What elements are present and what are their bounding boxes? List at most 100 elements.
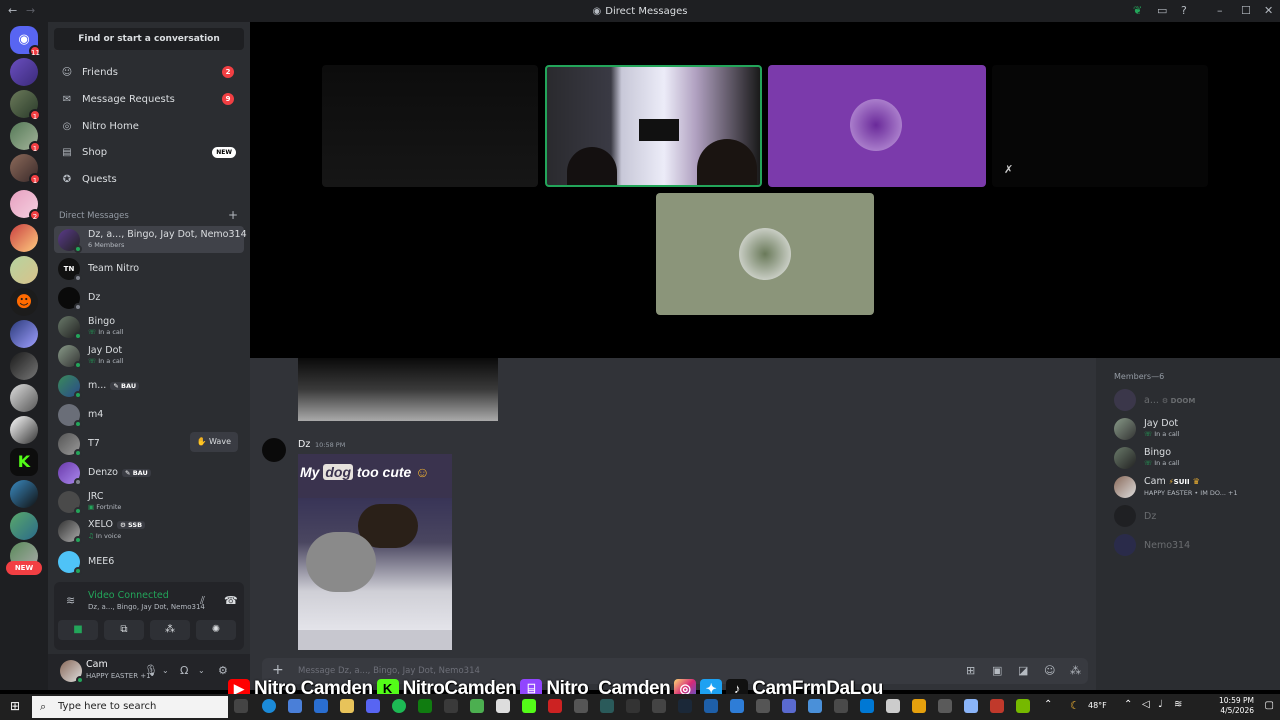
minecraft-icon[interactable] bbox=[470, 699, 484, 713]
dm-item-dz[interactable]: Dz bbox=[54, 284, 244, 311]
gif-icon[interactable]: ▣ bbox=[992, 664, 1002, 677]
dm-item-group[interactable]: Dz, a..., Bingo, Jay Dot, Nemo314 6 Membe… bbox=[54, 226, 247, 253]
wave-button[interactable]: ✋ Wave bbox=[189, 432, 238, 452]
server-icon[interactable]: 1 bbox=[10, 154, 41, 185]
camera-button[interactable]: ■ bbox=[58, 620, 98, 640]
member-item[interactable]: Dz bbox=[1114, 503, 1274, 529]
server-icon[interactable]: 1 bbox=[10, 90, 41, 121]
dm-item-m4[interactable]: m4 bbox=[54, 401, 244, 428]
clock[interactable]: 10:59 PM 4/5/2026 bbox=[1219, 696, 1254, 716]
chevron-up-icon[interactable]: ⌃ bbox=[1124, 699, 1132, 710]
chevron-down-icon[interactable]: ⌄ bbox=[198, 666, 205, 675]
discord-task-icon[interactable] bbox=[366, 699, 380, 713]
nvidia-icon[interactable] bbox=[1016, 699, 1030, 713]
dm-item-denzo[interactable]: Denzo ✎ BAU bbox=[54, 459, 244, 486]
app-icon[interactable] bbox=[522, 699, 536, 713]
app-icon[interactable] bbox=[574, 699, 588, 713]
server-icon[interactable] bbox=[10, 320, 38, 348]
leaf-icon[interactable]: ❦ bbox=[1133, 4, 1142, 17]
nav-nitro-home[interactable]: ◎ Nitro Home bbox=[54, 114, 244, 138]
server-icon[interactable] bbox=[10, 58, 38, 86]
dm-item-bingo[interactable]: Bingo ☏ In a call bbox=[54, 313, 244, 340]
mic-icon[interactable]: ♩ bbox=[1158, 699, 1163, 710]
weather-temp[interactable]: 48°F bbox=[1088, 701, 1107, 710]
maximize-icon[interactable]: ☐ bbox=[1241, 4, 1251, 17]
server-icon[interactable]: ☻ bbox=[10, 288, 38, 316]
image-attachment[interactable] bbox=[298, 358, 498, 421]
dm-item-mee6[interactable]: MEE6 bbox=[54, 548, 244, 575]
avatar[interactable] bbox=[60, 660, 84, 684]
video-tile-avatar[interactable] bbox=[656, 193, 874, 315]
member-item[interactable]: Cam ⚡SUII ♛ HAPPY EASTER • IM DO... +1 bbox=[1114, 474, 1274, 500]
outlook-icon[interactable] bbox=[314, 699, 328, 713]
server-icon[interactable]: 1 bbox=[10, 122, 41, 153]
steam-icon[interactable] bbox=[678, 699, 692, 713]
app-icon[interactable] bbox=[704, 699, 718, 713]
app-icon[interactable] bbox=[548, 699, 562, 713]
dm-item-m[interactable]: m... ✎ BAU bbox=[54, 372, 244, 399]
app-icon[interactable] bbox=[626, 699, 640, 713]
disconnect-icon[interactable]: ☎ bbox=[224, 594, 238, 607]
server-icon[interactable]: 2 bbox=[10, 190, 41, 221]
app-icon[interactable] bbox=[652, 699, 666, 713]
dm-item-xelo[interactable]: XELO ⚙ SSB ♫ In voice bbox=[54, 517, 244, 544]
app-icon[interactable] bbox=[444, 699, 458, 713]
windows-start-icon[interactable]: ⊞ bbox=[10, 699, 20, 713]
soundboard-button[interactable]: ✺ bbox=[196, 620, 236, 640]
chevron-down-icon[interactable]: ⌄ bbox=[162, 666, 169, 675]
app-icon[interactable] bbox=[288, 699, 302, 713]
app-icon[interactable] bbox=[860, 699, 874, 713]
app-icon[interactable] bbox=[808, 699, 822, 713]
tray-overflow-icon[interactable]: ⌃ bbox=[1044, 699, 1052, 710]
server-icon[interactable] bbox=[10, 224, 38, 252]
speaker-icon[interactable]: ◁ bbox=[1142, 699, 1150, 710]
app-icon[interactable] bbox=[756, 699, 770, 713]
minimize-icon[interactable]: – bbox=[1217, 4, 1223, 17]
create-dm-plus-icon[interactable]: + bbox=[228, 208, 238, 222]
app-icon[interactable] bbox=[990, 699, 1004, 713]
member-item[interactable]: Bingo ☏ In a call bbox=[1114, 445, 1274, 471]
server-icon[interactable] bbox=[10, 384, 38, 412]
mute-icon[interactable]: ✗ bbox=[1004, 163, 1013, 176]
server-icon[interactable] bbox=[10, 416, 38, 444]
inbox-icon[interactable]: ▭ bbox=[1157, 4, 1167, 17]
voice-status[interactable]: Video Connected bbox=[88, 590, 169, 601]
server-icon[interactable]: K bbox=[10, 448, 38, 476]
close-icon[interactable]: ✕ bbox=[1264, 4, 1273, 17]
signal-icon[interactable]: ≋ bbox=[66, 594, 75, 607]
server-icon[interactable] bbox=[10, 512, 38, 540]
dm-item-jrc[interactable]: JRC ▣ Fortnite bbox=[54, 488, 244, 515]
sticker-icon[interactable]: ◪ bbox=[1018, 664, 1028, 677]
help-icon[interactable]: ? bbox=[1181, 4, 1187, 17]
mic-icon[interactable]: 🎙 bbox=[144, 664, 158, 677]
app-icon[interactable] bbox=[834, 699, 848, 713]
notifications-icon[interactable]: ▢ bbox=[1265, 700, 1274, 711]
xbox-icon[interactable] bbox=[418, 699, 432, 713]
app-icon[interactable] bbox=[600, 699, 614, 713]
wifi-icon[interactable]: ≋ bbox=[1174, 699, 1182, 710]
file-explorer-icon[interactable] bbox=[340, 699, 354, 713]
message-author[interactable]: Dz bbox=[298, 439, 310, 450]
settings-gear-icon[interactable]: ⚙ bbox=[218, 664, 228, 677]
nav-message-requests[interactable]: ✉ Message Requests 9 bbox=[54, 87, 244, 111]
nav-quests[interactable]: ✪ Quests bbox=[54, 167, 244, 191]
new-badge[interactable]: NEW bbox=[6, 561, 42, 575]
noise-suppression-icon[interactable]: ⫽ bbox=[200, 594, 205, 608]
app-icon[interactable] bbox=[730, 699, 744, 713]
user-name[interactable]: Cam bbox=[86, 659, 108, 670]
emoji-icon[interactable]: ☺ bbox=[1044, 664, 1055, 677]
activities-button[interactable]: ⁂ bbox=[150, 620, 190, 640]
server-icon[interactable] bbox=[10, 256, 38, 284]
nav-friends[interactable]: ☺ Friends 2 bbox=[54, 60, 244, 84]
dm-item-team-nitro[interactable]: TN Team Nitro bbox=[54, 255, 244, 282]
find-conversation-button[interactable]: Find or start a conversation bbox=[54, 28, 244, 50]
video-tile-avatar[interactable] bbox=[768, 65, 986, 187]
home-button[interactable]: ◉ 11 bbox=[10, 26, 41, 57]
taskbar-search[interactable]: ⌕ Type here to search bbox=[32, 696, 228, 718]
member-item[interactable]: a... ⚙ DOOM bbox=[1114, 387, 1274, 413]
apps-icon[interactable]: ⁂ bbox=[1070, 664, 1081, 677]
spotify-icon[interactable] bbox=[392, 699, 406, 713]
avatar[interactable] bbox=[262, 438, 286, 462]
member-item[interactable]: Nemo314 bbox=[1114, 532, 1274, 558]
task-view-icon[interactable] bbox=[234, 699, 248, 713]
